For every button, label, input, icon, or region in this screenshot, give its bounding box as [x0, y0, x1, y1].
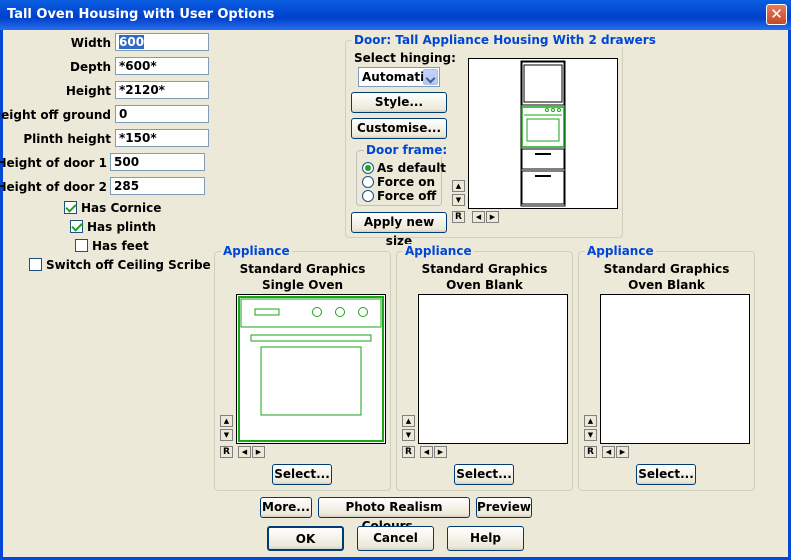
has-cornice-checkbox[interactable]: [64, 201, 77, 214]
apply-new-size-button[interactable]: Apply new size: [351, 212, 447, 248]
height-field[interactable]: *2120*: [115, 81, 209, 99]
door-frame-as-default-label: As default: [377, 161, 447, 175]
appliance-3-scroll-up-icon[interactable]: ▲: [584, 415, 597, 427]
height-door-1-field[interactable]: 500: [110, 153, 205, 171]
single-oven-drawing: [238, 296, 384, 442]
door-frame-force-off-radio[interactable]: [362, 190, 374, 202]
close-button[interactable]: ✕: [766, 4, 787, 25]
appliance-1-select-button[interactable]: Select...: [272, 464, 332, 485]
help-button[interactable]: Help: [447, 526, 524, 551]
depth-field[interactable]: *600*: [115, 57, 209, 75]
door-preview: [468, 58, 618, 209]
chevron-down-icon[interactable]: [423, 69, 438, 85]
scroll-right-icon[interactable]: ▶: [486, 211, 499, 223]
has-plinth-label: Has plinth: [87, 220, 157, 234]
scroll-down-icon[interactable]: ▼: [452, 194, 465, 206]
appliance-3-line1: Standard Graphics: [603, 262, 730, 276]
door-group-title: Door: Tall Appliance Housing With 2 draw…: [352, 33, 658, 47]
plinth-height-field[interactable]: *150*: [115, 129, 209, 147]
select-hinging-label: Select hinging:: [354, 51, 456, 65]
appliance-2-line1: Standard Graphics: [421, 262, 548, 276]
appliance-2-scroll-up-icon[interactable]: ▲: [402, 415, 415, 427]
ok-button[interactable]: OK: [267, 526, 344, 551]
appliance-1-line2: Single Oven: [261, 278, 344, 292]
appliance-2-reset-button[interactable]: R: [402, 446, 415, 458]
appliance-1-scroll-left-icon[interactable]: ◀: [238, 446, 251, 458]
photo-realism-colours-button[interactable]: Photo Realism Colours...: [318, 497, 470, 533]
appliance-2-preview: [418, 294, 568, 444]
title-bar: Tall Oven Housing with User Options ✕: [0, 0, 791, 30]
appliance-2-line2: Oven Blank: [446, 278, 523, 292]
appliance-3-scroll-down-icon[interactable]: ▼: [584, 429, 597, 441]
tall-housing-drawing: [520, 60, 566, 207]
height-off-ground-field[interactable]: 0: [115, 105, 209, 123]
appliance-3-preview: [600, 294, 750, 444]
door-frame-force-off-label: Force off: [377, 189, 437, 203]
window-title: Tall Oven Housing with User Options: [7, 7, 275, 22]
customise-button[interactable]: Customise...: [351, 118, 447, 139]
appliance-3-title: Appliance: [585, 244, 656, 258]
has-feet-label: Has feet: [92, 239, 149, 253]
appliance-1-scroll-down-icon[interactable]: ▼: [220, 429, 233, 441]
door-frame-as-default-radio[interactable]: [362, 162, 374, 174]
appliance-2-select-button[interactable]: Select...: [454, 464, 514, 485]
height-door-2-label: Height of door 2: [0, 180, 107, 194]
appliance-2-title: Appliance: [403, 244, 474, 258]
appliance-3-reset-button[interactable]: R: [584, 446, 597, 458]
door-frame-force-on-radio[interactable]: [362, 176, 374, 188]
appliance-1-scroll-right-icon[interactable]: ▶: [252, 446, 265, 458]
appliance-2-scroll-right-icon[interactable]: ▶: [434, 446, 447, 458]
has-feet-checkbox[interactable]: [75, 239, 88, 252]
close-icon: ✕: [770, 5, 783, 23]
appliance-2-scroll-down-icon[interactable]: ▼: [402, 429, 415, 441]
door-frame-title: Door frame:: [364, 143, 450, 157]
appliance-1-scroll-up-icon[interactable]: ▲: [220, 415, 233, 427]
appliance-1-line1: Standard Graphics: [239, 262, 366, 276]
height-label: Height: [65, 84, 111, 98]
width-label: Width: [70, 36, 111, 50]
scroll-up-icon[interactable]: ▲: [452, 180, 465, 192]
appliance-1-preview: [236, 294, 386, 444]
appliance-2-scroll-left-icon[interactable]: ◀: [420, 446, 433, 458]
switch-off-ceiling-scribe-label: Switch off Ceiling Scribe: [46, 258, 211, 272]
hinging-value: Automatic: [362, 70, 432, 84]
style-button[interactable]: Style...: [351, 92, 447, 113]
appliance-3-scroll-left-icon[interactable]: ◀: [602, 446, 615, 458]
reset-button[interactable]: R: [452, 211, 465, 223]
height-door-1-label: Height of door 1: [0, 156, 107, 170]
appliance-1-reset-button[interactable]: R: [220, 446, 233, 458]
appliance-1-title: Appliance: [221, 244, 292, 258]
hinging-dropdown[interactable]: Automatic: [358, 67, 440, 87]
scroll-left-icon[interactable]: ◀: [472, 211, 485, 223]
preview-button[interactable]: Preview: [476, 497, 532, 518]
appliance-3-scroll-right-icon[interactable]: ▶: [616, 446, 629, 458]
appliance-3-select-button[interactable]: Select...: [636, 464, 696, 485]
appliance-3-line2: Oven Blank: [628, 278, 705, 292]
has-plinth-checkbox[interactable]: [70, 220, 83, 233]
has-cornice-label: Has Cornice: [81, 201, 162, 215]
depth-label: Depth: [70, 60, 111, 74]
width-field[interactable]: 600: [115, 33, 209, 51]
height-off-ground-label: Height off ground: [0, 108, 111, 122]
cancel-button[interactable]: Cancel: [357, 526, 434, 551]
plinth-height-label: Plinth height: [23, 132, 111, 146]
door-frame-force-on-label: Force on: [377, 175, 436, 189]
height-door-2-field[interactable]: 285: [110, 177, 205, 195]
more-button[interactable]: More...: [260, 497, 312, 518]
switch-off-ceiling-scribe-checkbox[interactable]: [29, 258, 42, 271]
